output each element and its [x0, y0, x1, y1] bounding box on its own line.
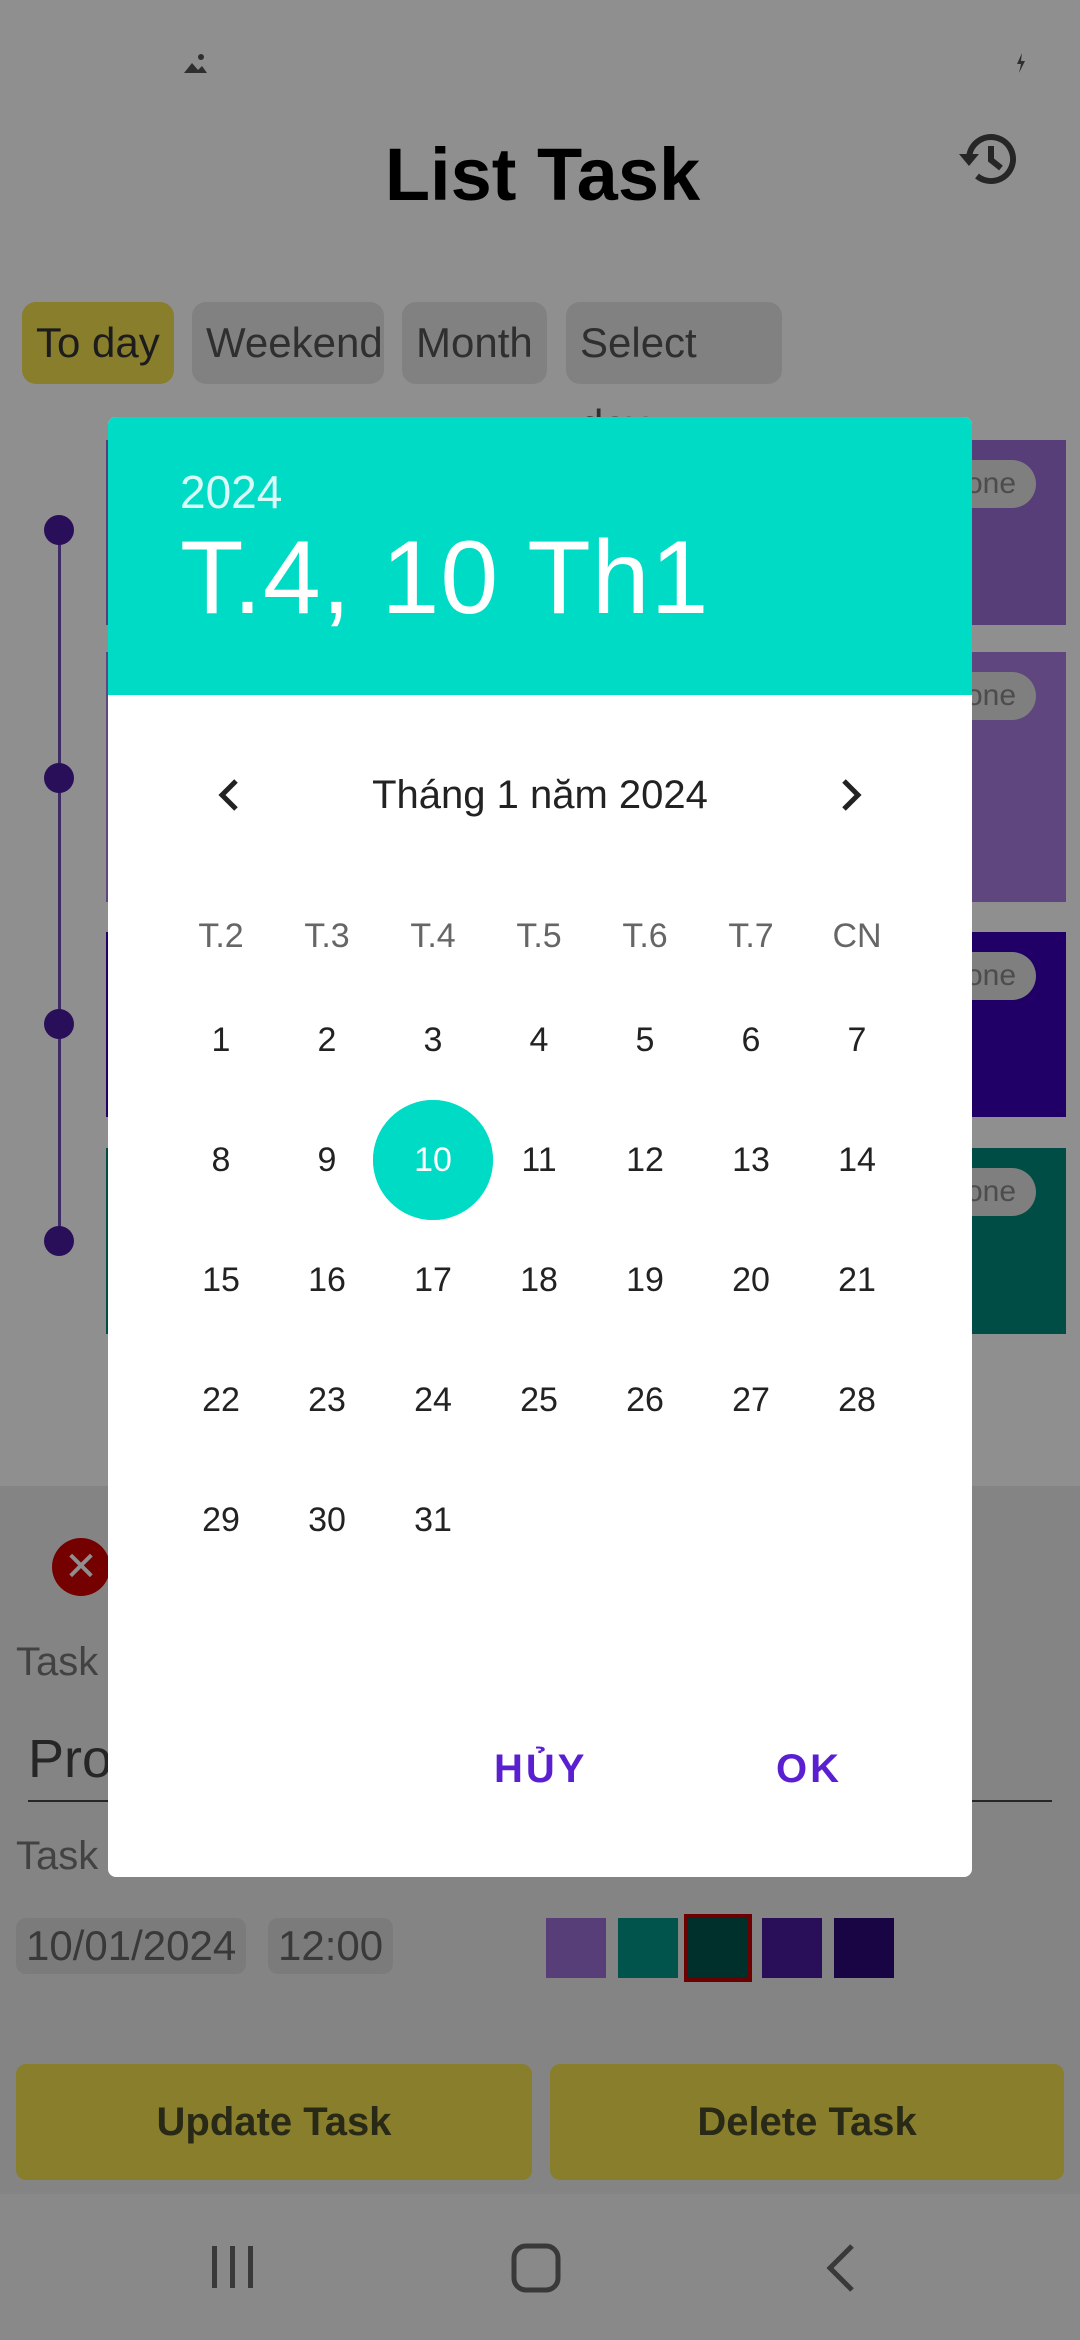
calendar-day[interactable]: 17: [380, 1227, 486, 1333]
calendar-day[interactable]: 27: [698, 1347, 804, 1453]
calendar-day[interactable]: 12: [592, 1107, 698, 1213]
calendar-day[interactable]: 2: [274, 987, 380, 1093]
calendar-day[interactable]: 15: [168, 1227, 274, 1333]
calendar-day[interactable]: 5: [592, 987, 698, 1093]
calendar-day[interactable]: 26: [592, 1347, 698, 1453]
calendar-day[interactable]: 28: [804, 1347, 910, 1453]
calendar-day[interactable]: 18: [486, 1227, 592, 1333]
calendar-day[interactable]: 8: [168, 1107, 274, 1213]
calendar-day[interactable]: 1: [168, 987, 274, 1093]
calendar-day[interactable]: 30: [274, 1467, 380, 1573]
calendar-day[interactable]: 6: [698, 987, 804, 1093]
calendar-day[interactable]: 22: [168, 1347, 274, 1453]
calendar-day[interactable]: 16: [274, 1227, 380, 1333]
calendar-day[interactable]: 21: [804, 1227, 910, 1333]
cancel-button[interactable]: HỦY: [494, 1747, 587, 1792]
calendar-grid: 1 2 3 4 5 6 7 8 9 10 11 12 13 14 15 16 1…: [108, 417, 972, 1877]
calendar-day[interactable]: 3: [380, 987, 486, 1093]
calendar-day[interactable]: 7: [804, 987, 910, 1093]
calendar-day[interactable]: 25: [486, 1347, 592, 1453]
calendar-day[interactable]: 31: [380, 1467, 486, 1573]
calendar-day[interactable]: 11: [486, 1107, 592, 1213]
calendar-day[interactable]: 9: [274, 1107, 380, 1213]
calendar-day[interactable]: 19: [592, 1227, 698, 1333]
date-picker-dialog: 2024 T.4, 10 Th1 Tháng 1 năm 2024 T.2 T.…: [108, 417, 972, 1877]
calendar-day[interactable]: 23: [274, 1347, 380, 1453]
calendar-day[interactable]: 20: [698, 1227, 804, 1333]
calendar-day[interactable]: 24: [380, 1347, 486, 1453]
calendar-day[interactable]: 4: [486, 987, 592, 1093]
calendar-day-selected[interactable]: 10: [373, 1100, 493, 1220]
calendar-day[interactable]: 29: [168, 1467, 274, 1573]
calendar-day[interactable]: 13: [698, 1107, 804, 1213]
ok-button[interactable]: OK: [776, 1747, 842, 1792]
calendar-day[interactable]: 14: [804, 1107, 910, 1213]
